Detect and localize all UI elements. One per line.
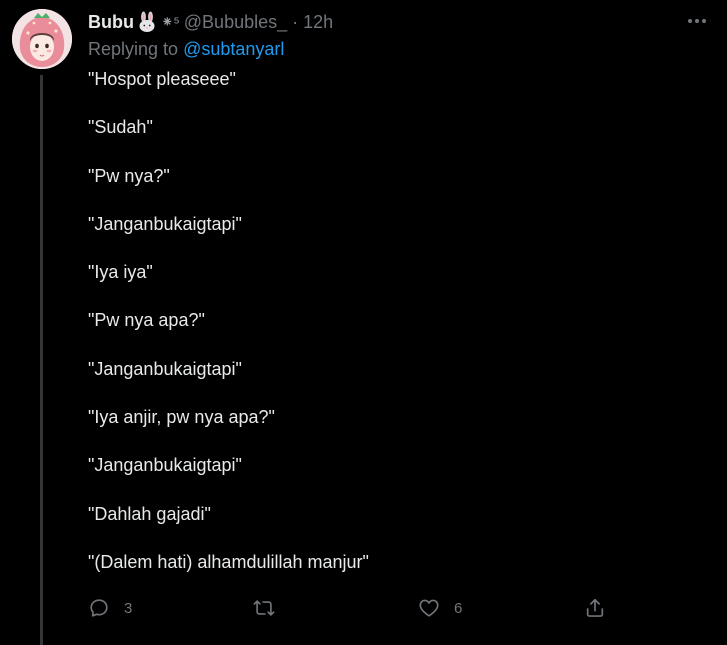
like-button[interactable]: 6 (418, 595, 462, 621)
tweet-line: "Hospot pleaseee" (88, 69, 236, 89)
share-button[interactable] (584, 595, 606, 621)
replying-to-label: Replying to (88, 39, 184, 59)
like-count: 6 (454, 599, 463, 617)
tweet-line: "Iya iya" (88, 262, 153, 283)
tweet-line: "Dahlah gajadi" (88, 503, 211, 524)
display-name[interactable]: Bubu (88, 12, 134, 33)
rabbit-emoji-icon (137, 11, 157, 33)
retweet-button[interactable] (252, 595, 290, 621)
share-icon (586, 598, 604, 617)
thread-line (40, 75, 43, 645)
user-handle[interactable]: @Bububles_ (184, 12, 287, 33)
sparkle-symbol: ⁕⁵ (160, 14, 180, 31)
tweet-line: "Janganbukaigtapi" (88, 358, 242, 379)
tweet-line: "Janganbukaigtapi" (88, 213, 242, 234)
tweet-actions: 3 6 (88, 595, 618, 621)
timestamp[interactable]: 12h (303, 12, 333, 33)
tweet-line: "Janganbukaigtapi" (88, 455, 242, 476)
avatar-image (12, 9, 72, 69)
tweet-line: "Pw nya?" (88, 165, 170, 186)
tweet[interactable]: Bubu ⁕⁵ @Bububles_ · 12h Replying to @su… (0, 0, 727, 645)
ellipsis-icon (688, 19, 706, 23)
heart-icon (419, 599, 439, 617)
tweet-line: "Sudah" (88, 117, 153, 138)
tweet-line: "Pw nya apa?" (88, 310, 205, 331)
replying-to-mention[interactable]: @subtanyarl (183, 39, 284, 59)
retweet-icon (253, 600, 275, 616)
tweet-line: "(Dalem hati) alhamdulillah manjur" (88, 551, 369, 572)
reply-icon (90, 599, 108, 617)
more-options-button[interactable] (683, 10, 711, 32)
avatar[interactable] (12, 9, 72, 69)
separator-dot: · (292, 11, 299, 32)
replying-to: Replying to @subtanyarl (88, 39, 284, 60)
reply-count: 3 (124, 599, 133, 617)
tweet-line: "Iya anjir, pw nya apa?" (88, 407, 275, 428)
reply-button[interactable]: 3 (88, 595, 132, 621)
tweet-header: Bubu ⁕⁵ @Bububles_ · 12h (88, 10, 333, 34)
tweet-text: "Hospot pleaseee" "Sudah" "Pw nya?" "Jan… (88, 67, 688, 598)
